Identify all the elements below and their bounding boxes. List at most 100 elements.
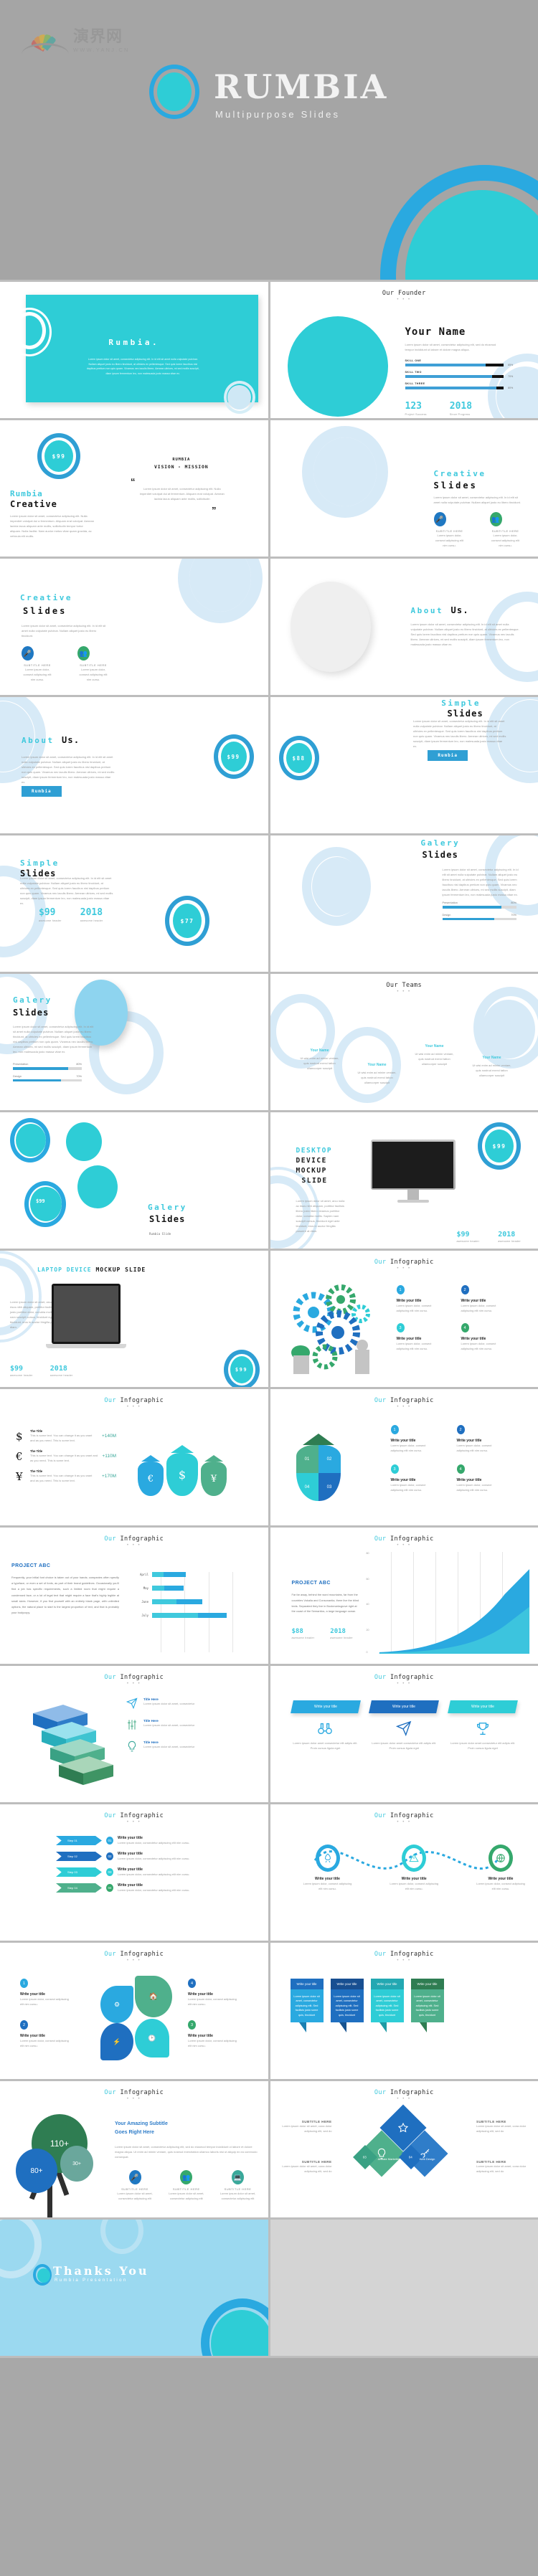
slide-bar-chart[interactable]: Our Infographic • • • PROJECT ABC Freque… — [0, 1528, 268, 1664]
rumbia-button[interactable]: Rumbia — [22, 786, 62, 797]
slide-founder[interactable]: Our Founder • • • Your Name Lorem ipsum … — [270, 282, 538, 418]
progress-track — [442, 906, 516, 909]
section-title-rest: Infographic — [386, 1535, 434, 1543]
slide-vision-mission[interactable]: $99 Rumbia Creative Lorem ipsum dolor si… — [0, 420, 268, 557]
feature-body: Lorem ipsum dolor, consect adipiscing el… — [79, 668, 108, 681]
slide-creative-2[interactable]: Creative Slides Lorem ipsum dolor sit am… — [0, 559, 268, 695]
diamond-cluster: 03 04 Affiliate Marketing Web Design — [352, 2104, 451, 2205]
slide-about-2[interactable]: About Us. Lorem ipsum dolor sit amet, co… — [0, 697, 268, 833]
slide-gears-infographic[interactable]: Our Infographic • • • 1 Write your title… — [270, 1251, 538, 1387]
slide-tree-infographic[interactable]: Our Infographic • • • 110+ 80+ 30+ Your … — [0, 2081, 268, 2217]
slide-laptop-mockup[interactable]: LAPTOP DEVICE MOCKUP SLIDE Lorem ipsum d… — [0, 1251, 268, 1387]
laptop-stats: $99 awesome header 2018 awesome header — [10, 1365, 73, 1377]
trophy-icon — [477, 1722, 489, 1735]
founder-name: Your Name — [405, 326, 466, 338]
diamond-right-item: SUBTITLE HERE Lorem ipsum dolor sit amet… — [476, 2120, 528, 2134]
skill-label: SKILL THREE — [405, 382, 425, 385]
step-chip: Step 03 — [56, 1867, 102, 1877]
petal-graphic: ⚙ 🏠 ⚡ 🕑 — [100, 1976, 172, 2060]
about1-accent: About — [410, 606, 444, 615]
slide-speech-infographic[interactable]: Our Infographic • • • Write your title L… — [270, 1943, 538, 2079]
slide-steps-infographic[interactable]: Our Infographic • • • Step 01 01 Write y… — [0, 1804, 268, 1941]
feature-item: 👥 SUBTITLE HERE Lorem ipsum dolor sit am… — [166, 2170, 207, 2201]
progress-label: Presentation — [13, 1063, 29, 1066]
step-row: Step 03 03 Write your title Lorem ipsum … — [56, 1867, 260, 1877]
section-title: Our Infographic — [270, 1951, 538, 1958]
feature-item: 🎤 SUBTITLE HERE Lorem ipsum dolor, conse… — [433, 512, 466, 548]
info-item: 1 Write your title Lorem ipsum dolor, co… — [396, 1285, 441, 1313]
skill-percent: 80% — [508, 387, 514, 389]
rocket-icon — [324, 1853, 331, 1863]
step-row: Step 04 04 Write your title Lorem ipsum … — [56, 1883, 260, 1893]
simple1-dark: Slides — [447, 709, 483, 719]
ribbon-body: Lorem ipsum dolor amet consectetur elit … — [372, 1741, 437, 1750]
info-item: 3 Write your title Lorem ipsum dolor, co… — [396, 1323, 441, 1351]
section-title: Our Infographic — [0, 1535, 268, 1543]
about1-body: Lorem ipsum dolor sit amet, consectetur … — [410, 622, 519, 646]
stat-item: $99 awesome header — [456, 1231, 479, 1243]
price-value: $99 — [483, 1128, 515, 1164]
galery2-progress: Presentation 80% Design 70% — [13, 1063, 82, 1081]
slide-galery-2[interactable]: Galery Slides Lorem ipsum dolor sit amet… — [0, 974, 268, 1110]
stat-item: 2018 awesome header — [80, 907, 103, 922]
progress-row: Presentation 80% — [442, 901, 516, 909]
simple2-accent: Simple — [20, 858, 60, 868]
bag-symbol: ¥ — [201, 1462, 227, 1496]
skill-bar — [405, 375, 504, 378]
slide-ribbons-infographic[interactable]: Our Infographic • • • Write your title L… — [270, 1666, 538, 1802]
step-chip: Step 01 — [56, 1836, 102, 1845]
target-item: Write your title Lorem ipsum dolor, cons… — [388, 1845, 440, 1891]
quote-open-icon: “ — [131, 476, 136, 487]
slide-thanks[interactable]: Thanks You Rumbia Presentation — [0, 2220, 268, 2356]
galery3-price: $99 — [36, 1198, 45, 1204]
slide-simple-1[interactable]: Simple Slides Lorem ipsum dolor sit amet… — [270, 697, 538, 833]
money-row: $ The Title This is some text. You can c… — [16, 1429, 116, 1443]
slide-desktop-mockup[interactable]: DESKTOP DEVICE MOCKUP SLIDE Lorem ipsum … — [270, 1112, 538, 1249]
presentation-icon: 💻 — [232, 2170, 244, 2184]
slide-puzzle-infographic[interactable]: Our Infographic • • • 01 02 04 03 1 Writ… — [270, 1389, 538, 1525]
slide-money-infographic[interactable]: Our Infographic • • • $ The Title This i… — [0, 1389, 268, 1525]
progress-row: Design 70% — [13, 1075, 82, 1081]
section-title-rest: Infographic — [115, 1535, 164, 1543]
section-dots: • • • — [126, 1405, 141, 1409]
section-title-accent: Our — [374, 1535, 387, 1543]
info-item: 1 Write your title Lorem ipsum dolor, co… — [20, 1979, 72, 2007]
stat-number: 123 — [405, 401, 422, 412]
rumbia-button[interactable]: Rumbia — [428, 750, 468, 761]
slide-creative-1[interactable]: Creative Slides Lorem ipsum dolor sit am… — [270, 420, 538, 557]
slide-galery-1[interactable]: Galery Slides Lorem ipsum dolor sit amet… — [270, 835, 538, 972]
stair-item: Title Here Lorem ipsum dolor sit amet, c… — [126, 1719, 258, 1730]
slide-diamonds-infographic[interactable]: Our Infographic • • • 03 04 Affiliate Ma… — [270, 2081, 538, 2217]
warning-icon — [409, 1853, 419, 1862]
slide-simple-2[interactable]: Simple Slides Lorem ipsum dolor sit amet… — [0, 835, 268, 972]
vision-quote-head2: VISION - MISSION — [154, 464, 209, 470]
slide-cover[interactable]: Rumbia. Lorem ipsum dolor sit amet, cons… — [0, 282, 268, 418]
slide-galery-3[interactable]: $99 Galery Slides Rumbia Slide — [0, 1112, 268, 1249]
section-title: Our Infographic — [0, 1951, 268, 1958]
founder-skill-list: SKILL ONE 85% SKILL TWO 70% SKILL THREE — [405, 359, 520, 392]
section-dots: • • • — [397, 1405, 412, 1409]
section-dots: • • • — [397, 1682, 412, 1686]
slide-about-1[interactable]: About Us. Lorem ipsum dolor sit amet, co… — [270, 559, 538, 695]
creative1-dark: Slides — [433, 480, 478, 491]
slide-stairs-infographic[interactable]: Our Infographic • • • Title Here Lorem i… — [0, 1666, 268, 1802]
watermark-logo: 演界网 WWW.YANJ.CN — [22, 23, 130, 53]
item-body: Lorem ipsum dolor sit amet, cona dolor a… — [282, 2124, 332, 2133]
section-title-accent: Our — [104, 1812, 116, 1819]
skill-row: SKILL THREE 80% — [405, 382, 520, 389]
progress-label: Presentation — [442, 901, 458, 904]
info-item: 4 Write your title Lorem ipsum dolor, co… — [456, 1464, 503, 1492]
speech-card: Write your title Lorem ipsum dolor sit a… — [290, 1979, 324, 2033]
slide-our-teams[interactable]: Our Teams • • • Your Name Ut wisi enim a… — [270, 974, 538, 1110]
slide-area-chart[interactable]: Our Infographic • • • PROJECT ABC Far fa… — [270, 1528, 538, 1664]
info-item: 2 Write your title Lorem ipsum dolor, co… — [20, 2020, 72, 2048]
slide-petals-infographic[interactable]: Our Infographic • • • ⚙ 🏠 ⚡ 🕑 1 Write yo… — [0, 1943, 268, 2079]
stairs-illustration — [33, 1705, 113, 1785]
feature-body: Lorem ipsum dolor, consect adipiscing el… — [435, 534, 463, 547]
price-value: $99 — [228, 1355, 255, 1385]
member-name: Your Name — [310, 1048, 329, 1053]
vision-title-accent: Rumbia — [10, 489, 43, 498]
info-item: 4 Write your title Lorem ipsum dolor, co… — [461, 1323, 506, 1351]
watermark-url: WWW.YANJ.CN — [73, 47, 130, 53]
slide-targets-infographic[interactable]: Our Infographic • • • Write your title L… — [270, 1804, 538, 1941]
